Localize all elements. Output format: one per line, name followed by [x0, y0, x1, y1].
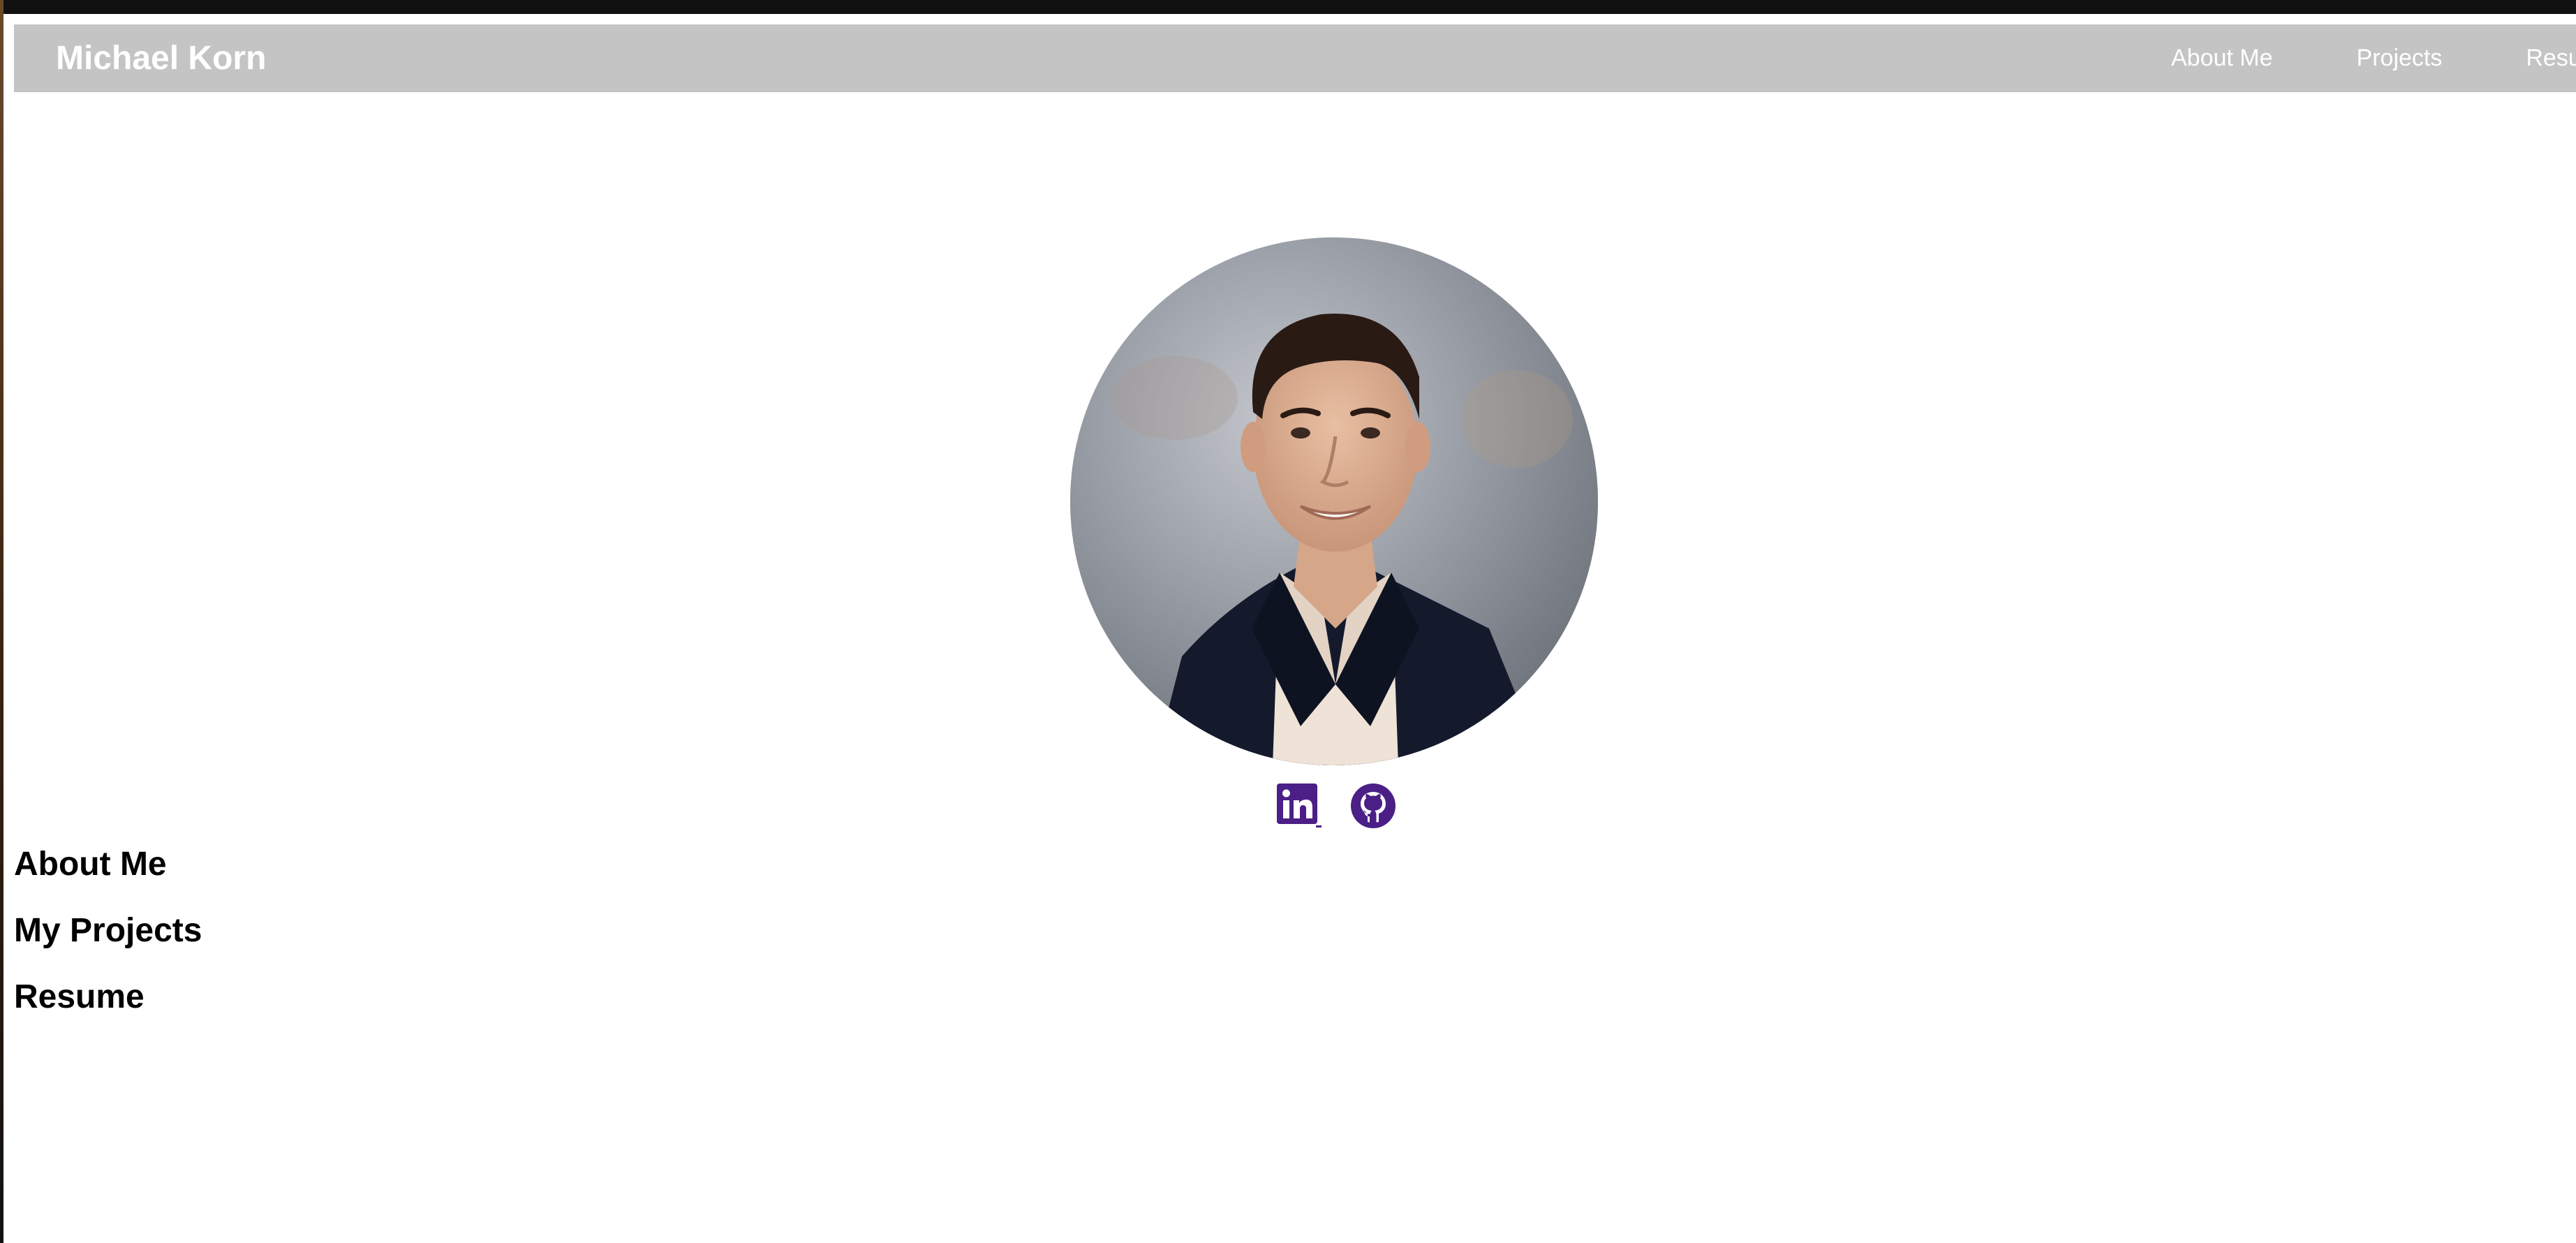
nav-link-resume[interactable]: Resume: [2526, 24, 2576, 92]
browser-chrome-strip: [0, 0, 2576, 14]
heading-about-me: About Me: [14, 846, 167, 883]
heading-resume: Resume: [14, 978, 145, 1015]
page: Michael Korn About Me Projects Resume: [3, 14, 2576, 1243]
nav-links: About Me Projects Resume: [2171, 24, 2576, 92]
site-brand[interactable]: Michael Korn: [56, 24, 266, 92]
profile-photo-illustration: [1070, 237, 1598, 765]
nav-link-projects[interactable]: Projects: [2357, 24, 2443, 92]
navbar: Michael Korn About Me Projects Resume: [14, 24, 2576, 92]
nav-link-about-me[interactable]: About Me: [2171, 24, 2273, 92]
heading-my-projects: My Projects: [14, 912, 202, 949]
profile-photo: [1070, 237, 1598, 765]
social-links: [1275, 782, 1397, 830]
linkedin-icon[interactable]: [1275, 782, 1323, 830]
github-icon[interactable]: [1349, 782, 1397, 830]
